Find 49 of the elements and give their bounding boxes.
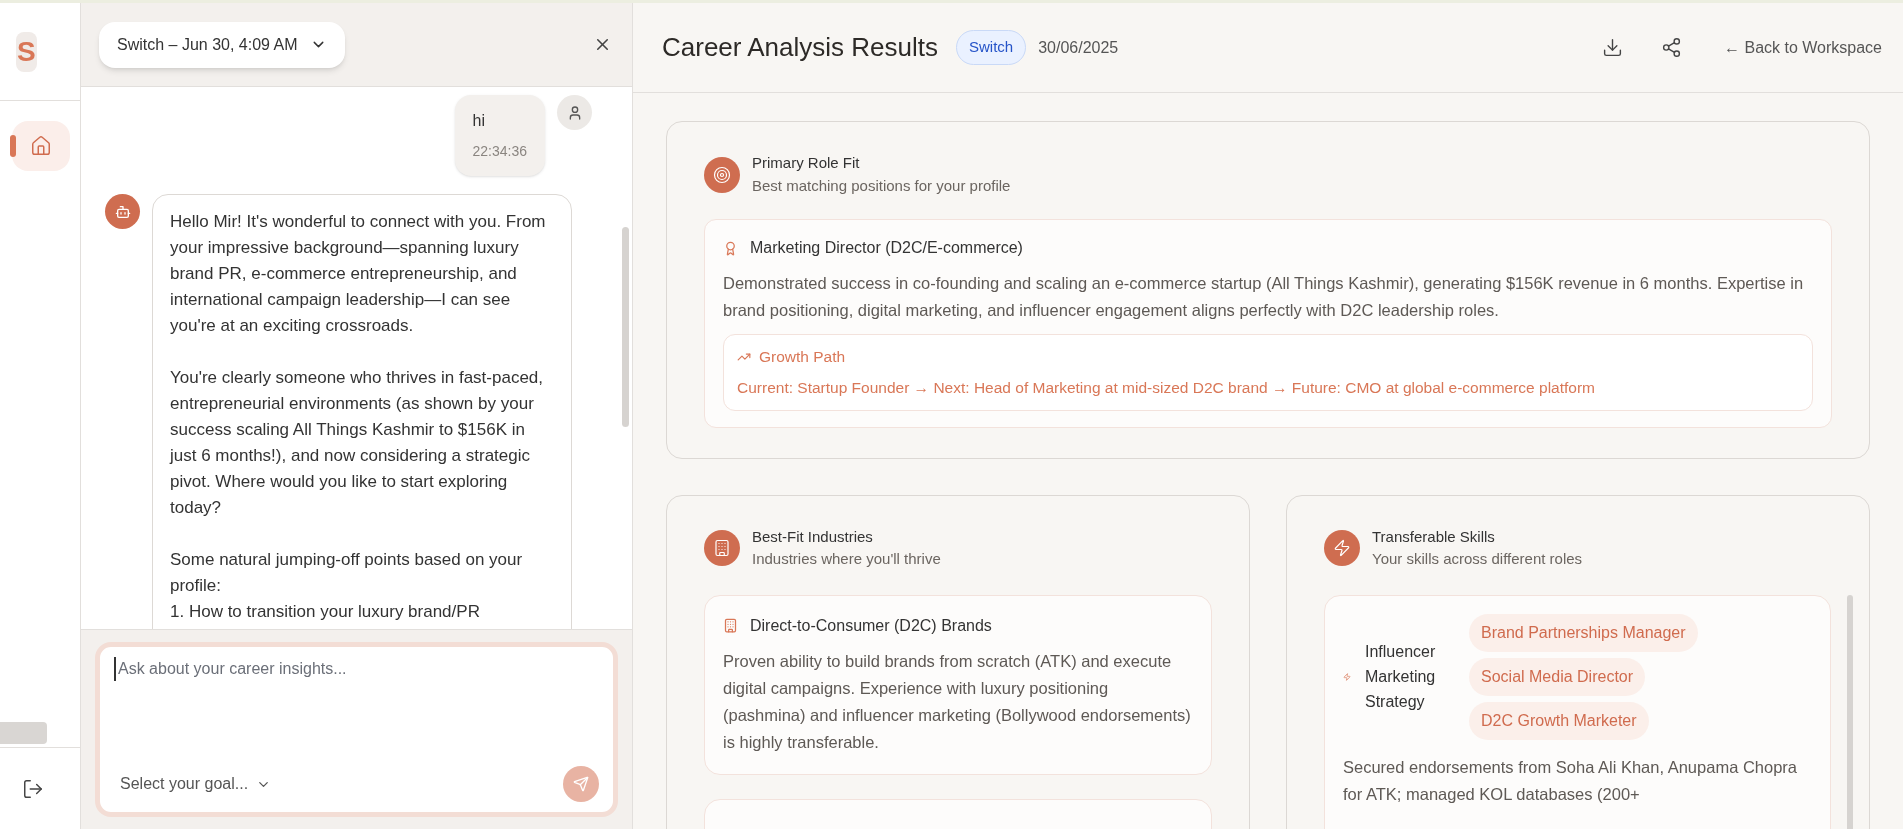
goal-dropdown[interactable]: Select your goal... xyxy=(120,772,272,796)
date-text: 30/06/2025 xyxy=(1038,37,1119,58)
industry-title: Direct-to-Consumer (D2C) Brands xyxy=(750,615,992,636)
home-icon xyxy=(30,135,52,157)
building-icon xyxy=(723,618,738,633)
role-title: Marketing Director (D2C/E-commerce) xyxy=(750,238,1023,258)
skill-description: Secured endorsements from Soha Ali Khan, Anupama Chopra for ATK; managed KOL databases (200+ xyxy=(1343,756,1799,805)
back-link[interactable]: ← Back to Workspace xyxy=(1724,35,1882,60)
message-paragraph: Some natural jumping-off points based on your profile: 1. How to transition your luxury brand/PR xyxy=(170,549,524,623)
building-icon xyxy=(704,530,740,566)
card-title: Best-Fit Industries xyxy=(752,526,874,547)
chat-input-box[interactable]: Ask about your career insights... Select your goal... xyxy=(95,642,618,817)
award-icon xyxy=(723,240,738,256)
bot-avatar-icon xyxy=(105,194,140,229)
role-description: Demonstrated success in co-founding and scaling an e-commerce startup (All Things Kashmir), generating $156K revenue in 6 months. Expertise in brand positioning, digital marketing, and influencer engagement aligns perfectly with D2C leadership roles. xyxy=(723,273,1805,321)
role-tag: Brand Partnerships Manager xyxy=(1469,613,1698,652)
app-logo: S xyxy=(16,31,37,72)
share-icon xyxy=(1661,37,1682,58)
skill-name: Influencer Marketing Strategy xyxy=(1365,642,1437,712)
growth-path-text: Current: Startup Founder → Next: Head of Marketing at mid-sized D2C brand → Future: CMO at global e-commerce platform xyxy=(737,378,1596,399)
industry-description: Proven ability to build brands from scratch (ATK) and execute digital campaigns. Experience with luxury positioning (pashmina) and influencer marketing (Bollywood endorsements) is highly transferable. xyxy=(723,650,1192,753)
lightning-icon xyxy=(1343,672,1351,681)
card-subtitle: Best matching positions for your profile xyxy=(752,175,1011,196)
tag: Switch xyxy=(956,30,1027,65)
message-paragraph: You're clearly someone who thrives in fast-paced, entrepreneurial environments (as shown by your success scaling All Things Kashmir to $156K in just 6 months!), and now considering a strategic pivot. Where would you like to start exploring today? xyxy=(170,367,545,519)
message-input[interactable]: Ask about your career insights... xyxy=(114,657,599,681)
message-text: hi xyxy=(472,111,486,131)
card-subtitle: Your skills across different roles xyxy=(1372,549,1583,569)
share-button[interactable] xyxy=(1661,37,1682,58)
lightning-icon xyxy=(1324,530,1360,566)
growth-title: Growth Path xyxy=(759,347,846,367)
user-avatar-icon xyxy=(557,95,592,130)
role-tag: Social Media Director xyxy=(1469,657,1646,696)
session-dropdown[interactable]: Switch – Jun 30, 4:09 AM xyxy=(99,21,345,68)
role-tag: D2C Growth Marketer xyxy=(1469,701,1649,740)
page-title: Career Analysis Results xyxy=(662,31,938,64)
card-title: Primary Role Fit xyxy=(752,153,861,173)
card-title: Transferable Skills xyxy=(1372,526,1496,547)
message-time: 22:34:36 xyxy=(472,142,527,161)
logout-icon xyxy=(22,777,44,800)
target-icon xyxy=(704,156,740,193)
download-icon xyxy=(1602,37,1623,58)
home-nav-button[interactable] xyxy=(12,121,70,171)
message-paragraph: Hello Mir! It's wonderful to connect with you. From your impressive background—spanning luxury brand PR, e-commerce entrepreneurship, and international campaign leadership—I can see you're at an exciting crossroads. xyxy=(170,211,547,337)
download-button[interactable] xyxy=(1602,37,1623,58)
active-indicator xyxy=(10,135,16,157)
send-icon xyxy=(573,776,589,792)
card-subtitle: Industries where you'll thrive xyxy=(752,549,941,569)
logout-button[interactable] xyxy=(22,777,44,800)
